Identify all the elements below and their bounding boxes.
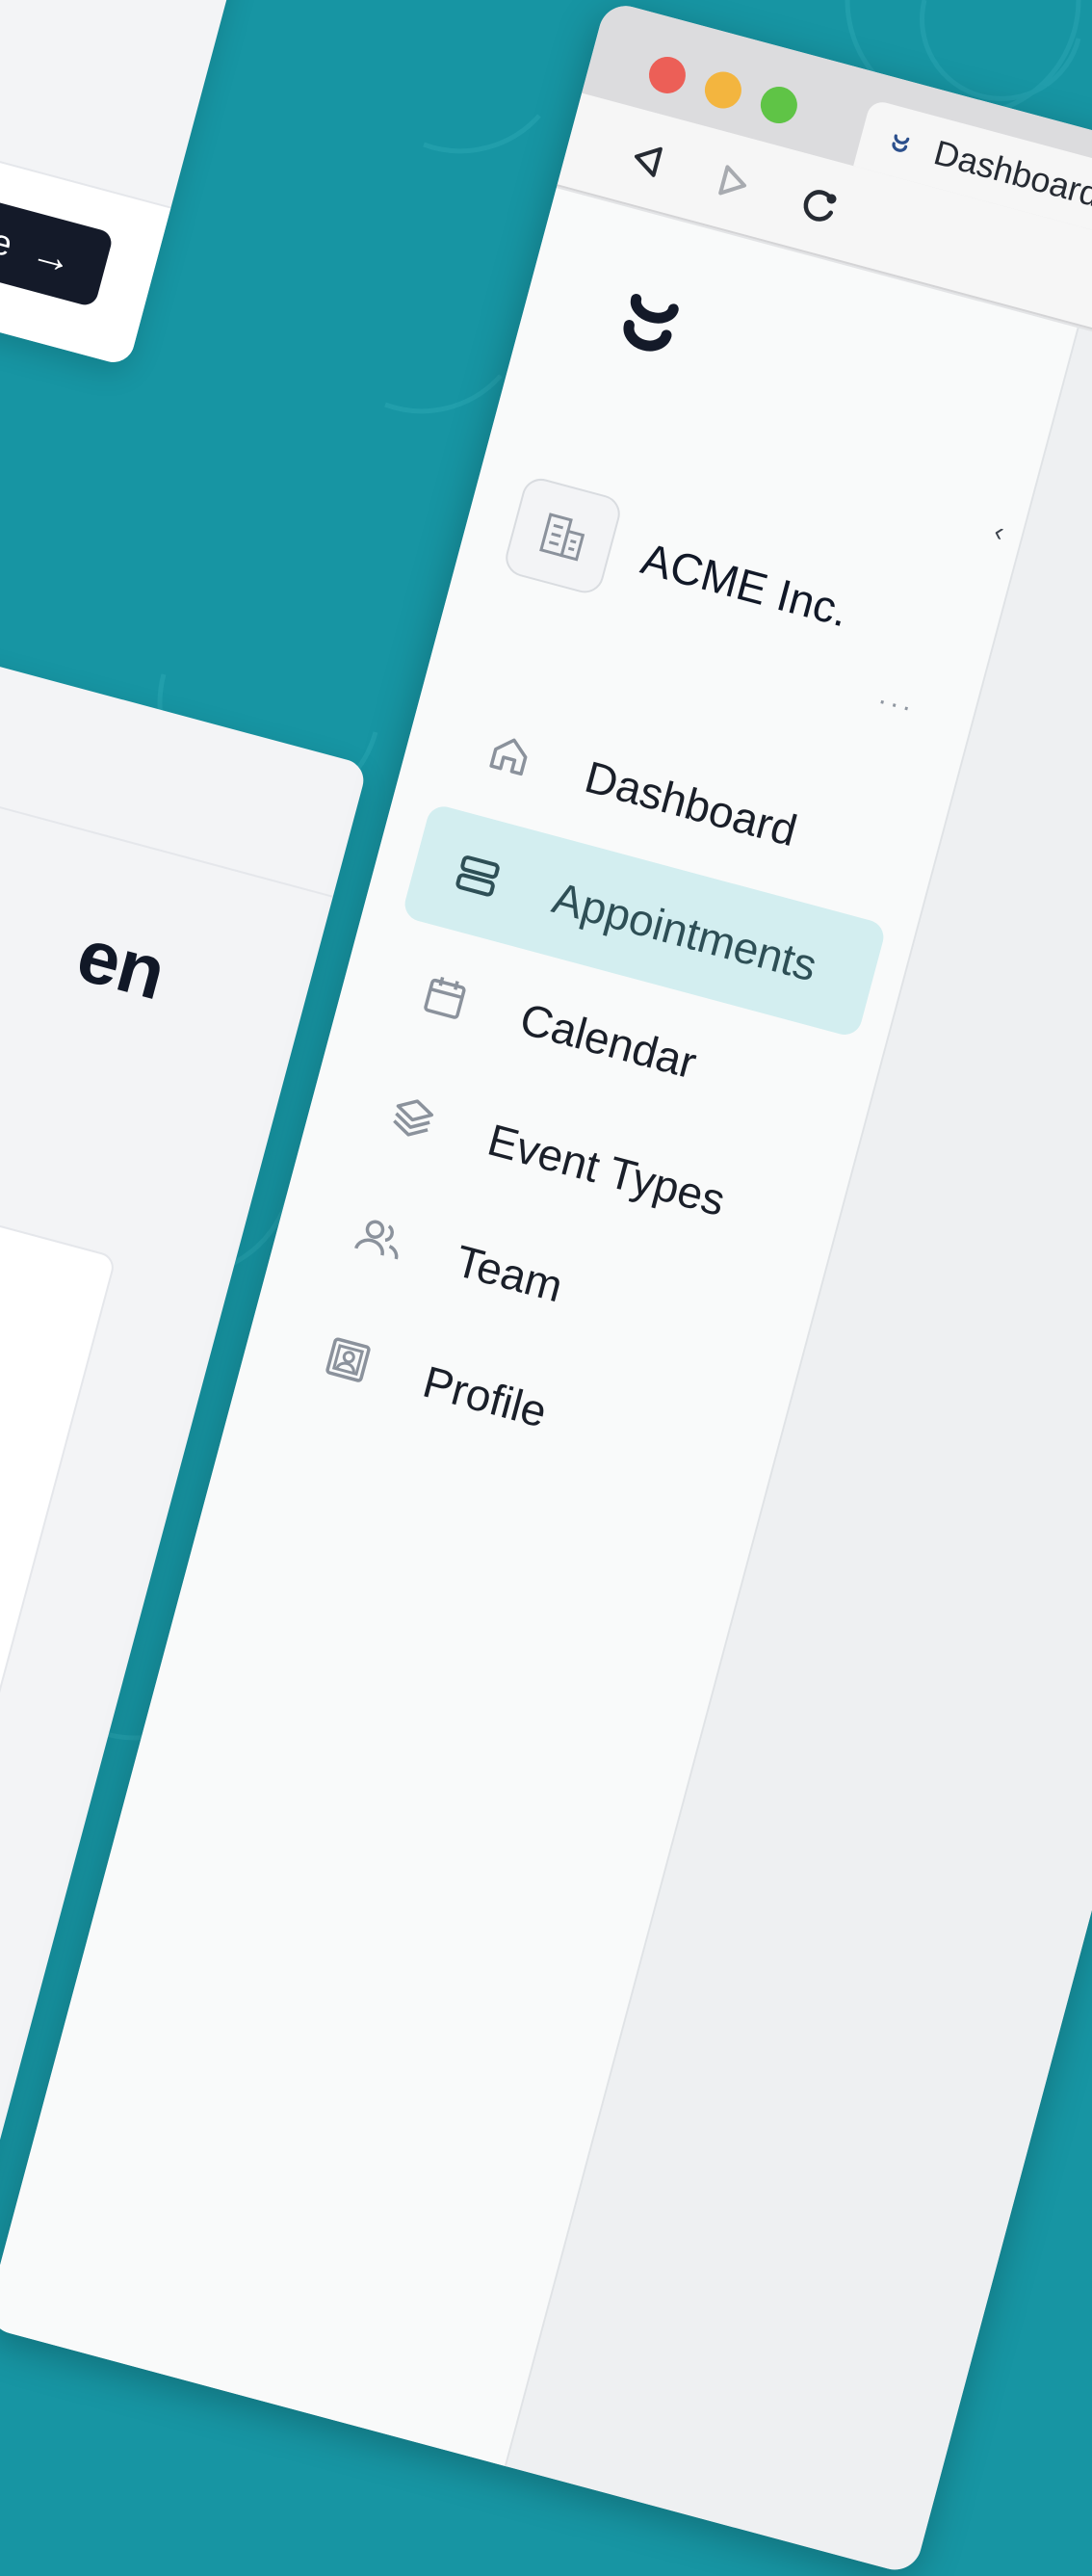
close-window-button[interactable] [644, 52, 690, 98]
sidebar-item-label: Profile [417, 1355, 553, 1437]
reload-icon [803, 190, 837, 222]
wizard-footer: Volgende → [0, 57, 171, 367]
calendar-icon [415, 966, 477, 1028]
sidebar-item-label: Calendar [514, 993, 702, 1089]
more-options-icon[interactable]: ··· [873, 684, 918, 725]
divider [0, 766, 334, 898]
brand-logo-icon [623, 294, 679, 352]
next-button[interactable]: Volgende → [0, 171, 115, 308]
triangle-right-icon [718, 165, 747, 196]
wizard-card: Volgende → [0, 0, 308, 367]
sidebar-item-label: Team [450, 1235, 568, 1312]
list-icon [447, 845, 508, 907]
maximize-window-button[interactable] [756, 82, 802, 128]
triangle-left-icon [634, 146, 663, 177]
reload-button[interactable] [788, 174, 849, 236]
id-card-icon [318, 1329, 379, 1391]
building-icon [501, 474, 625, 597]
users-icon [350, 1208, 411, 1270]
forward-button[interactable] [703, 152, 765, 214]
minimize-window-button[interactable] [700, 67, 746, 113]
collapse-sidebar-icon[interactable]: ‹ [991, 516, 1007, 548]
next-button-label: Volgende [0, 187, 17, 265]
home-icon [480, 724, 541, 786]
sidebar-item-label: Dashboard [580, 750, 803, 856]
org-switcher[interactable]: ACME Inc. [501, 472, 975, 694]
layers-icon [382, 1088, 444, 1149]
app-logo-icon [892, 134, 910, 152]
org-name: ACME Inc. [636, 533, 854, 637]
sidebar-item-label: Event Types [482, 1114, 731, 1226]
arrow-right-icon: → [25, 227, 79, 285]
back-button[interactable] [617, 129, 679, 191]
section-heading: en [68, 911, 174, 1016]
